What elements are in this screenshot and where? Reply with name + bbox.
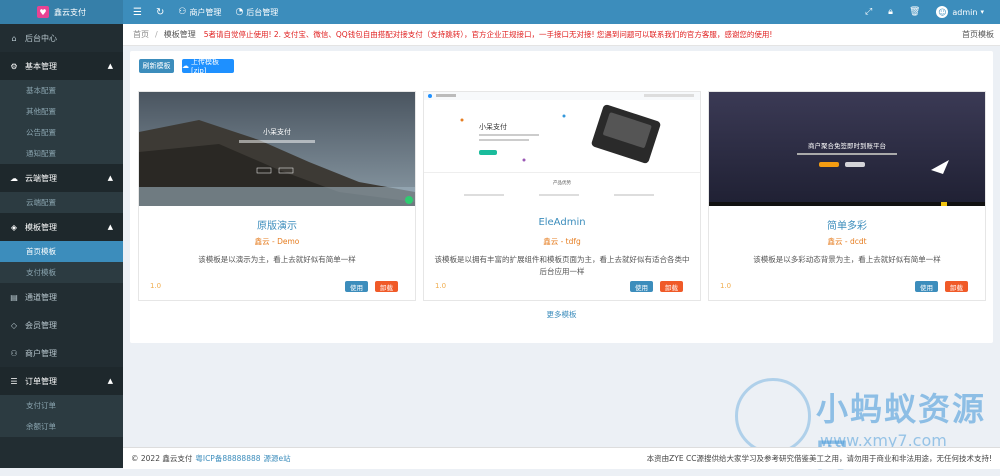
footer: © 2022 鑫云支付 粤ICP备88888888 源源e站 本资由ZYE CC源搜… [123, 447, 1000, 469]
sidebar-item-other-config[interactable]: 其他配置 [0, 101, 123, 122]
thumbnail-title: 小呆支付 [479, 122, 507, 131]
uninstall-template-button[interactable]: 卸载 [945, 281, 968, 292]
sidebar-item-merchant[interactable]: ⚇ 商户管理 [0, 339, 123, 367]
chevron-up-icon: ▲ [107, 174, 113, 182]
footer-disclaimer: 本资由ZYE CC源搜供给大家学习及参考研究借鉴美工之用，请勿用于商业和非法用途… [646, 454, 992, 463]
use-template-button[interactable]: 使用 [915, 281, 938, 292]
app-name: 鑫云支付 [54, 7, 86, 17]
sidebar-item-notify-config[interactable]: 通知配置 [0, 143, 123, 164]
sidebar-group-order[interactable]: ☰ 订单管理 ▲ [0, 367, 123, 395]
diamond-icon: ◇ [10, 320, 18, 330]
clear-cache-icon[interactable]: 🗑︎ [909, 7, 920, 17]
notice-marquee: 5者请自觉停止使用! 2. 支付宝、微信、QQ钱包自由搭配对接支付（支持跳转），… [203, 30, 773, 39]
template-title: 原版演示 [257, 221, 297, 232]
thumbnail-section: 产品优势 [553, 179, 571, 186]
thumbnail-title: 商户聚合免签即时到账平台 [808, 141, 886, 150]
sidebar-group-basic[interactable]: ⚙ 基本管理 ▲ [0, 52, 123, 80]
template-version: 1.0 [150, 282, 162, 290]
template-description: 该模板是以多彩动态背景为主，看上去就好似有简单一样 [753, 255, 941, 264]
sidebar-item-basic-config[interactable]: 基本配置 [0, 80, 123, 101]
template-card: 小呆支付 原版演示 鑫云 - Demo 该模板是以演示为主，看上去就好似有简单一… [138, 91, 416, 301]
order-icon: ☰ [10, 376, 18, 386]
template-version: 1.0 [435, 282, 447, 290]
breadcrumb-home[interactable]: 首页 [133, 29, 149, 40]
footer-icp-link[interactable]: 粤ICP备88888888 [195, 454, 260, 463]
sidebar-item-channel[interactable]: ▤ 通道管理 [0, 283, 123, 311]
template-version: 1.0 [720, 282, 732, 290]
refresh-templates-button[interactable]: 刷新模板 [139, 59, 174, 73]
user-menu[interactable]: admin [952, 8, 977, 17]
uninstall-template-button[interactable]: 卸载 [660, 281, 683, 292]
chevron-up-icon: ▲ [107, 377, 113, 385]
app-logo[interactable]: ♥ 鑫云支付 [0, 0, 123, 24]
sidebar-group-template[interactable]: ◈ 模板管理 ▲ [0, 213, 123, 241]
menu-toggle-icon[interactable]: ☰ [133, 7, 142, 18]
use-template-button[interactable]: 使用 [345, 281, 368, 292]
nav-merchant-management[interactable]: ⚇ 商户管理 [178, 7, 221, 18]
breadcrumb-current: 模板管理 [163, 30, 196, 39]
logo-icon: ♥ [37, 6, 49, 18]
template-author: 鑫云 - tdfg [543, 237, 581, 246]
thumbnail-title: 小呆支付 [263, 127, 291, 136]
chevron-up-icon: ▲ [107, 223, 113, 231]
cloud-icon: ☁ [10, 173, 18, 183]
sidebar-item-cloud-config[interactable]: 云端配置 [0, 192, 123, 213]
template-thumbnail: 商户聚合免签即时到账平台 [709, 92, 985, 206]
uninstall-template-button[interactable]: 卸载 [375, 281, 398, 292]
breadcrumb-separator: / [155, 30, 158, 39]
template-description: 该模板是以演示为主，看上去就好似有简单一样 [198, 255, 356, 264]
sidebar: ⌂ 后台中心 ⚙ 基本管理 ▲ 基本配置 其他配置 公告配置 通知配置 ☁ 云端管理 ▲ … [0, 24, 123, 468]
home-icon: ⌂ [11, 33, 17, 43]
refresh-icon[interactable]: ↻ [156, 7, 164, 18]
sidebar-item-dashboard[interactable]: ⌂ 后台中心 [0, 24, 123, 52]
avatar[interactable]: ☺ [936, 6, 949, 18]
template-title: 简单多彩 [827, 221, 867, 232]
cloud-upload-icon: ☁ [182, 62, 189, 70]
sidebar-group-cloud[interactable]: ☁ 云端管理 ▲ [0, 164, 123, 192]
use-template-button[interactable]: 使用 [630, 281, 653, 292]
sidebar-item-home-template[interactable]: 首页模板 [0, 241, 123, 262]
sidebar-item-pay-orders[interactable]: 支付订单 [0, 395, 123, 416]
nav-admin-panel[interactable]: ◔ 后台管理 [235, 7, 278, 18]
user-icon: ⚇ [178, 7, 187, 17]
breadcrumb: 首页 / 模板管理 5者请自觉停止使用! 2. 支付宝、微信、QQ钱包自由搭配对… [123, 24, 1000, 46]
template-thumbnail: 小呆支付 [139, 92, 415, 206]
upload-template-button[interactable]: ☁ 上传模板[zip] [182, 58, 234, 75]
sidebar-item-notice-config[interactable]: 公告配置 [0, 122, 123, 143]
top-navbar: ♥ 鑫云支付 ☰ ↻ ⚇ 商户管理 ◔ 后台管理 ⤢ 🔒︎ 🗑︎ ☺ admin ▾ [0, 0, 1000, 24]
footer-source-link[interactable]: 源源e站 [264, 454, 291, 463]
template-description: 该模板是以拥有丰富的扩展组件和模板页面为主，看上去就好似有适合各类中后台应用一样 [434, 255, 690, 276]
sidebar-item-member[interactable]: ◇ 会员管理 [0, 311, 123, 339]
user-icon: ⚇ [10, 348, 18, 358]
channel-icon: ▤ [10, 292, 18, 302]
chevron-down-icon[interactable]: ▾ [980, 8, 984, 16]
sidebar-item-pay-template[interactable]: 支付模板 [0, 262, 123, 283]
template-card: 小呆支付 产品优势 EleAdmin 鑫云 - tdfg 该模板是以拥有丰富的扩… [423, 91, 701, 301]
template-panel: 刷新模板 ☁ 上传模板[zip] 小呆支付 原版演示 鑫云 - Demo 该模板是… [130, 51, 993, 343]
footer-copyright: © 2022 鑫云支付 [131, 454, 193, 463]
template-author: 鑫云 - Demo [254, 237, 300, 246]
fullscreen-icon[interactable]: ⤢ [865, 7, 872, 17]
layers-icon: ◈ [10, 222, 18, 232]
more-templates-link[interactable]: 更多模板 [130, 309, 993, 320]
watermark-logo [735, 378, 811, 454]
sidebar-item-balance-orders[interactable]: 余额订单 [0, 416, 123, 437]
dashboard-icon: ◔ [235, 7, 244, 17]
lock-icon[interactable]: 🔒︎ [888, 7, 893, 17]
chevron-up-icon: ▲ [107, 62, 113, 70]
gear-icon: ⚙ [10, 61, 18, 71]
template-card: 商户聚合免签即时到账平台 简单多彩 鑫云 - dcdt 该模板是以多彩动态背景为… [708, 91, 986, 301]
template-author: 鑫云 - dcdt [827, 237, 867, 246]
template-thumbnail: 小呆支付 产品优势 [424, 92, 700, 206]
page-title: 首页模板 [962, 30, 994, 39]
template-title: EleAdmin [538, 217, 586, 228]
